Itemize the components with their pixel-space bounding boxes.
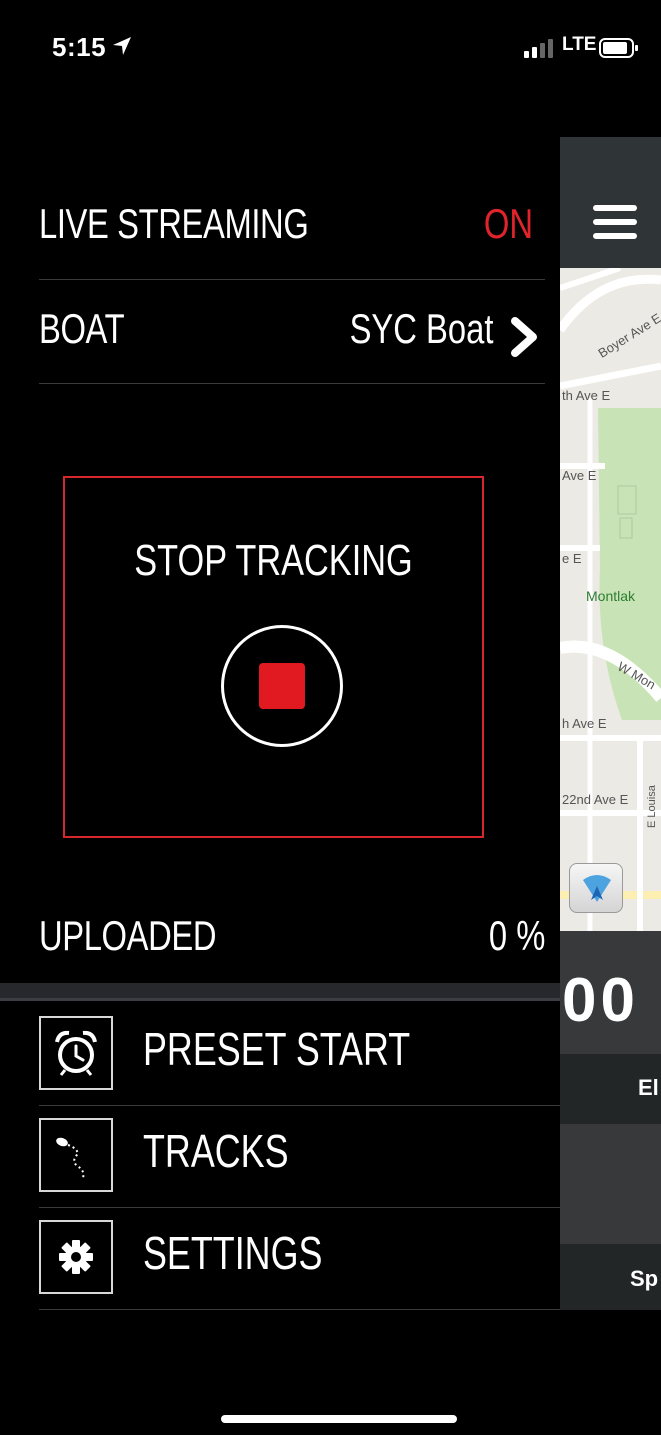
menu-item-preset-start[interactable]: PRESET START (39, 1004, 560, 1106)
status-bar: 5:15 LTE (0, 0, 661, 95)
locate-button[interactable] (569, 863, 623, 913)
cellular-signal-icon (524, 39, 553, 58)
divider (39, 1309, 560, 1310)
menu-item-label: PRESET START (143, 1023, 411, 1075)
battery-icon (599, 38, 638, 58)
live-streaming-value: ON (483, 200, 533, 247)
upload-progress-bar (0, 983, 560, 999)
map-header (560, 137, 661, 268)
boat-value: SYC Boat (349, 305, 493, 352)
alarm-clock-icon (39, 1016, 113, 1090)
map-label: Montlak (586, 588, 636, 604)
live-streaming-label: LIVE STREAMING (39, 200, 309, 247)
map-label: Ave E (562, 468, 597, 483)
locate-arrow-icon (583, 875, 611, 902)
uploaded-row: UPLOADED 0 % (39, 912, 545, 972)
upload-progress-line (0, 998, 560, 1001)
map-label: th Ave E (562, 388, 611, 403)
boat-row[interactable]: BOAT SYC Boat (39, 305, 545, 365)
home-indicator[interactable] (221, 1415, 457, 1423)
menu-item-label: TRACKS (143, 1125, 289, 1177)
stop-icon (259, 663, 305, 709)
map-label: E Louisa (646, 785, 658, 828)
tracking-panel[interactable]: STOP TRACKING (63, 476, 484, 838)
map-view[interactable]: Boyer Ave E th Ave E Ave E e E Montlak W… (560, 268, 661, 931)
stat-label: El (638, 1075, 659, 1100)
divider (39, 383, 545, 384)
uploaded-value: 0 % (488, 912, 545, 959)
live-streaming-row[interactable]: LIVE STREAMING ON (39, 200, 545, 260)
stat-value: 00 (562, 966, 639, 1035)
map-label: 22nd Ave E (562, 792, 629, 807)
menu-item-label: SETTINGS (143, 1227, 323, 1279)
status-time: 5:15 (52, 32, 107, 62)
map-label: e E (562, 551, 582, 566)
divider (39, 279, 545, 280)
map-screen-peek[interactable]: Boyer Ave E th Ave E Ave E e E Montlak W… (560, 137, 661, 1310)
map-label: h Ave E (562, 716, 607, 731)
menu-item-tracks[interactable]: TRACKS (39, 1106, 560, 1208)
stop-tracking-button[interactable] (221, 625, 343, 747)
location-arrow-icon (113, 37, 131, 55)
menu-item-settings[interactable]: SETTINGS (39, 1208, 560, 1310)
uploaded-label: UPLOADED (39, 912, 217, 959)
network-type: LTE (562, 34, 597, 55)
gear-icon (39, 1220, 113, 1294)
stop-tracking-label: STOP TRACKING (134, 536, 413, 585)
chevron-right-icon (511, 317, 537, 357)
boat-label: BOAT (39, 305, 125, 352)
hamburger-menu-icon[interactable] (593, 205, 637, 241)
stat-label: Sp (630, 1266, 659, 1291)
track-path-icon (39, 1118, 113, 1192)
